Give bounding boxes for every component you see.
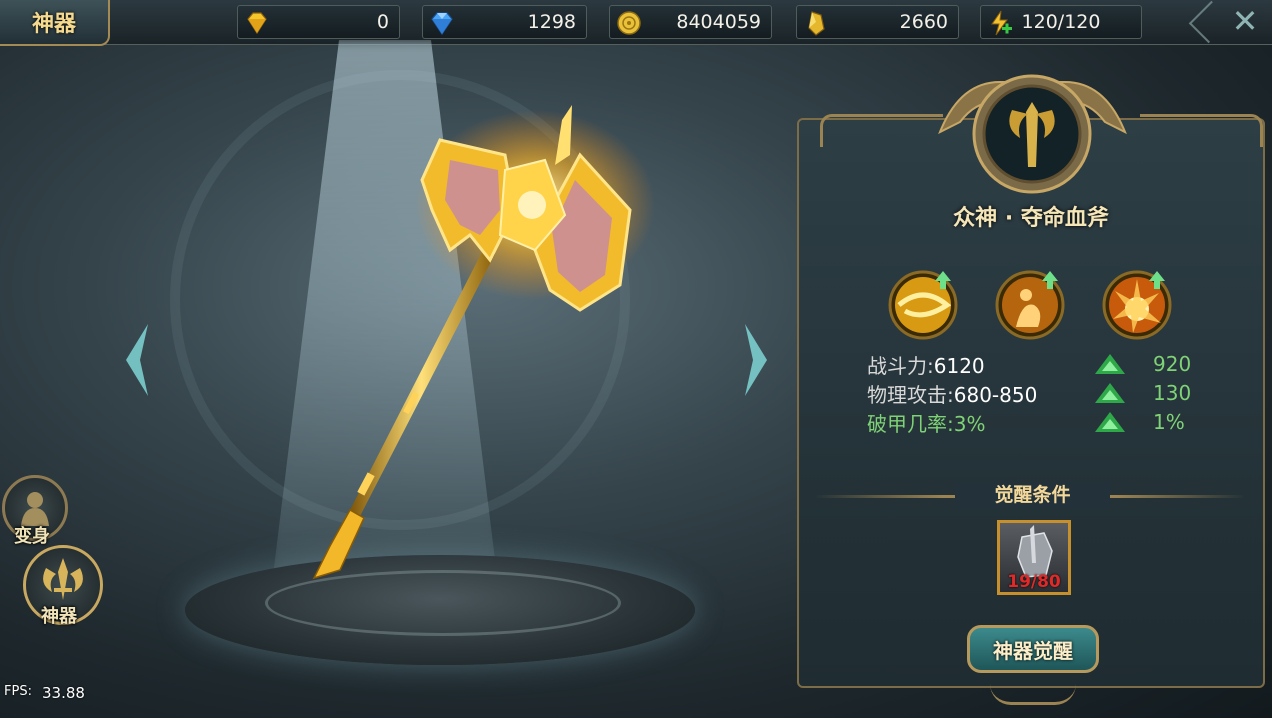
gold-coin-counter[interactable]: 8404059: [609, 5, 772, 39]
combat-power-value: 6120: [933, 354, 985, 378]
chevron-left-icon: [126, 324, 148, 396]
gold-crystal-value: 2660: [899, 11, 948, 33]
artifact-label: 神器: [41, 606, 77, 627]
physical-attack-stat: 物理攻击:680-850: [867, 379, 1037, 408]
armor-break-label: 破甲几率:: [867, 412, 954, 436]
increase-triangle-icon: [1095, 354, 1125, 374]
artifact-portrait-frame: [938, 74, 1127, 194]
blue-diamond-icon: [431, 12, 453, 36]
energy-value: 120/120: [1021, 11, 1101, 33]
gold-diamond-icon: [247, 12, 267, 35]
skill-slot-2[interactable]: [992, 265, 1068, 341]
panel-ornament-left: [820, 114, 943, 147]
gold-crystal-counter[interactable]: 2660: [796, 5, 959, 39]
chevron-right-icon: [745, 324, 767, 396]
gold-diamond-value: 0: [376, 11, 389, 33]
page-title: 神器: [0, 0, 110, 46]
physical-attack-value: 680-850: [953, 383, 1038, 407]
blood-axe-artifact-model[interactable]: [300, 100, 660, 590]
armor-break-stat: 破甲几率:3%: [867, 408, 985, 437]
panel-ornament-bottom: [990, 684, 1076, 705]
transform-label: 变身: [14, 526, 50, 547]
blue-diamond-counter[interactable]: 1298: [422, 5, 587, 39]
combat-power-increase: 920: [1153, 352, 1192, 376]
physical-attack-increase: 130: [1153, 381, 1192, 405]
gold-coin-value: 8404059: [676, 11, 761, 33]
previous-artifact-arrow[interactable]: [118, 320, 158, 400]
physical-attack-label: 物理攻击:: [867, 383, 954, 407]
fps-label: FPS:: [4, 684, 32, 699]
armor-break-value: 3%: [953, 412, 986, 436]
artifact-name: 众神 · 夺命血斧: [953, 206, 1109, 231]
skill-slot-1[interactable]: [885, 265, 961, 341]
artifact-awaken-button[interactable]: 神器觉醒: [967, 625, 1099, 673]
increase-triangle-icon: [1095, 383, 1125, 403]
energy-counter[interactable]: 120/120: [980, 5, 1142, 39]
blue-diamond-value: 1298: [527, 11, 576, 33]
combat-power-label: 战斗力:: [867, 354, 934, 378]
next-artifact-arrow[interactable]: [735, 320, 775, 400]
close-area: ✕: [1188, 0, 1272, 44]
material-count: 19/80: [1007, 572, 1061, 592]
gold-diamond-counter[interactable]: 0: [237, 5, 400, 39]
awaken-condition-title: 觉醒条件: [994, 484, 1071, 506]
gold-crystal-icon: [808, 11, 825, 36]
fps-value: 33.88: [42, 684, 85, 702]
combat-power-stat: 战斗力:6120: [867, 350, 985, 379]
armor-break-increase: 1%: [1153, 410, 1185, 434]
back-chevron-icon: [1188, 0, 1232, 44]
gold-coin-icon: [617, 11, 641, 35]
skill-slot-3[interactable]: [1099, 265, 1175, 341]
lightning-plus-icon: [991, 10, 1012, 36]
panel-ornament-right: [1140, 114, 1263, 147]
close-icon[interactable]: ✕: [1228, 4, 1262, 38]
increase-triangle-icon: [1095, 412, 1125, 432]
